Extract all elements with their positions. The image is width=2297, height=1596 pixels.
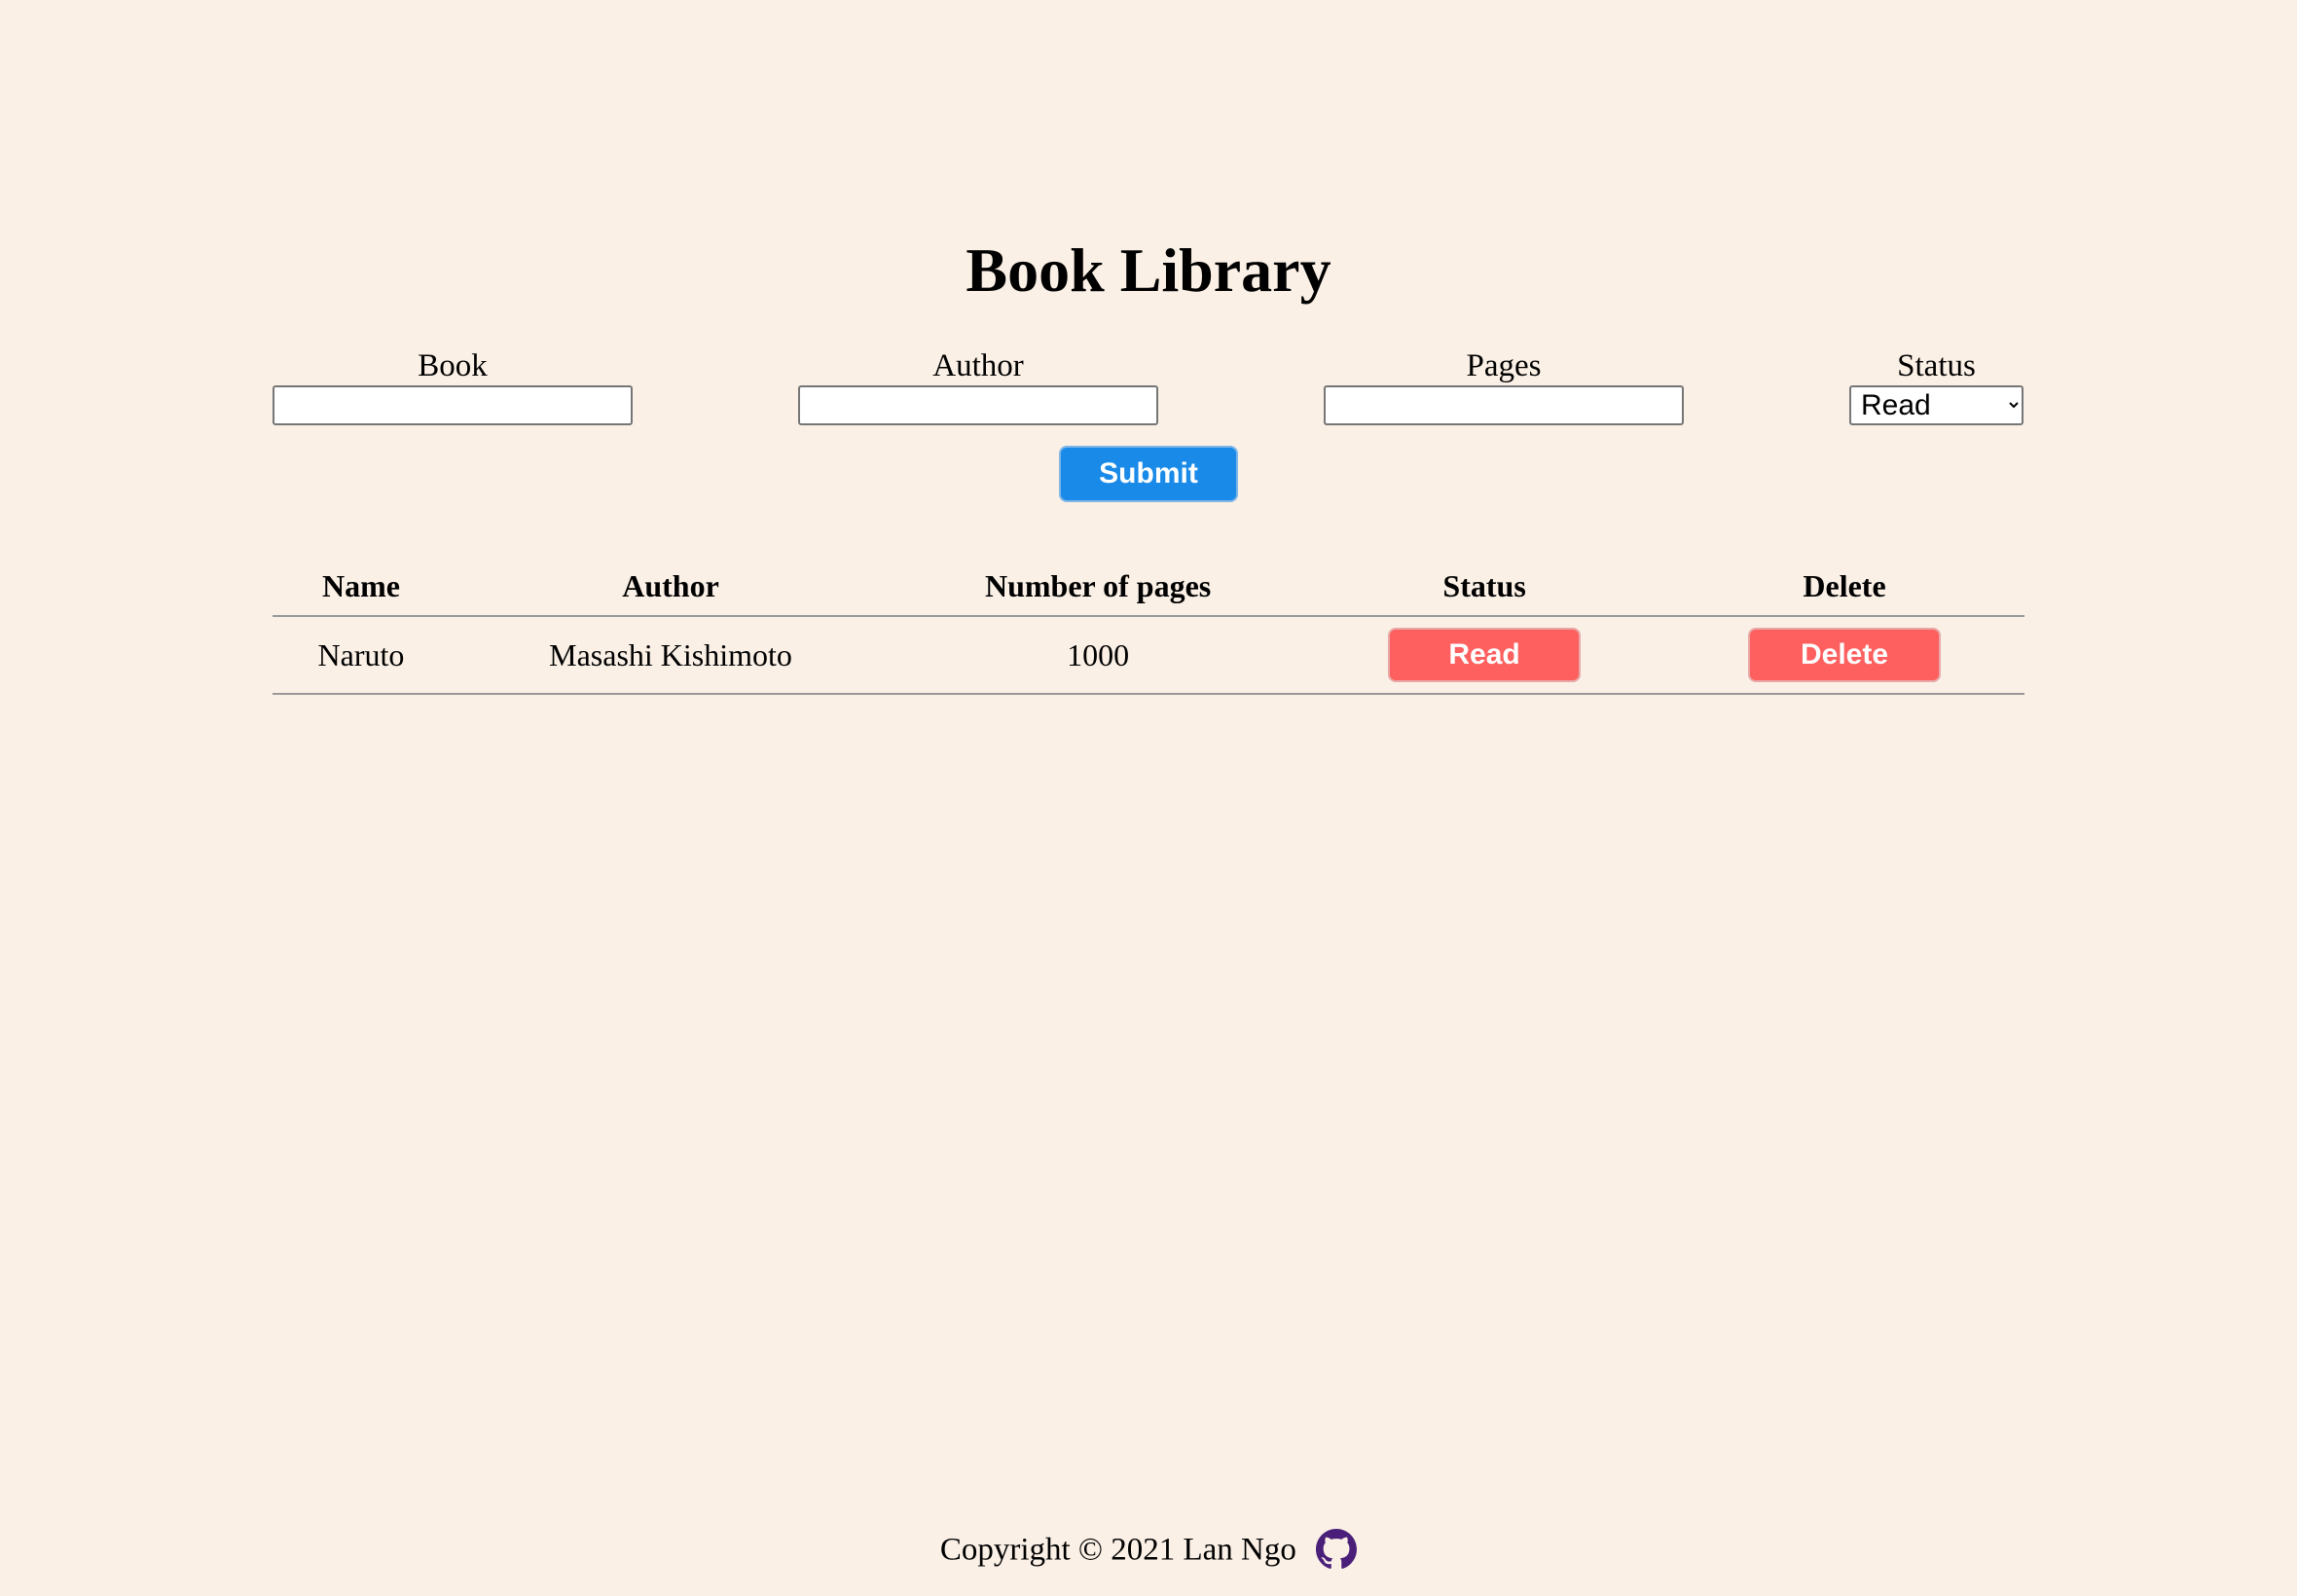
status-select[interactable]: Read	[1849, 385, 2024, 425]
author-label: Author	[932, 348, 1024, 383]
header-author: Author	[449, 557, 893, 617]
books-table: Name Author Number of pages Status Delet…	[273, 557, 2024, 695]
copyright-text: Copyright © 2021 Lan Ngo	[939, 1532, 1296, 1568]
header-status: Status	[1304, 557, 1665, 617]
page-title: Book Library	[966, 236, 1331, 305]
cell-pages: 1000	[892, 616, 1305, 695]
pages-field-group: Pages	[1324, 346, 1684, 425]
cell-status: Read	[1304, 616, 1665, 695]
book-input[interactable]	[273, 385, 633, 425]
status-label: Status	[1897, 348, 1976, 383]
table-header-row: Name Author Number of pages Status Delet…	[273, 557, 2024, 617]
cell-author: Masashi Kishimoto	[449, 616, 893, 695]
author-field-group: Author	[798, 346, 1158, 425]
footer: Copyright © 2021 Lan Ngo	[0, 1526, 2297, 1571]
pages-input[interactable]	[1324, 385, 1684, 425]
pages-label: Pages	[1466, 348, 1542, 383]
github-icon[interactable]	[1316, 1529, 1358, 1570]
book-label: Book	[418, 348, 488, 383]
header-name: Name	[273, 557, 450, 617]
cell-delete: Delete	[1664, 616, 2024, 695]
status-toggle-button[interactable]: Read	[1388, 628, 1582, 682]
submit-button[interactable]: Submit	[1059, 446, 1238, 502]
delete-button[interactable]: Delete	[1748, 628, 1942, 682]
table-row: Naruto Masashi Kishimoto 1000 Read Delet…	[273, 616, 2024, 695]
header-pages: Number of pages	[892, 557, 1305, 617]
cell-name: Naruto	[273, 616, 450, 695]
author-input[interactable]	[798, 385, 1158, 425]
header-delete: Delete	[1664, 557, 2024, 617]
status-field-group: Status Read	[1849, 346, 2024, 425]
book-field-group: Book	[273, 346, 633, 425]
